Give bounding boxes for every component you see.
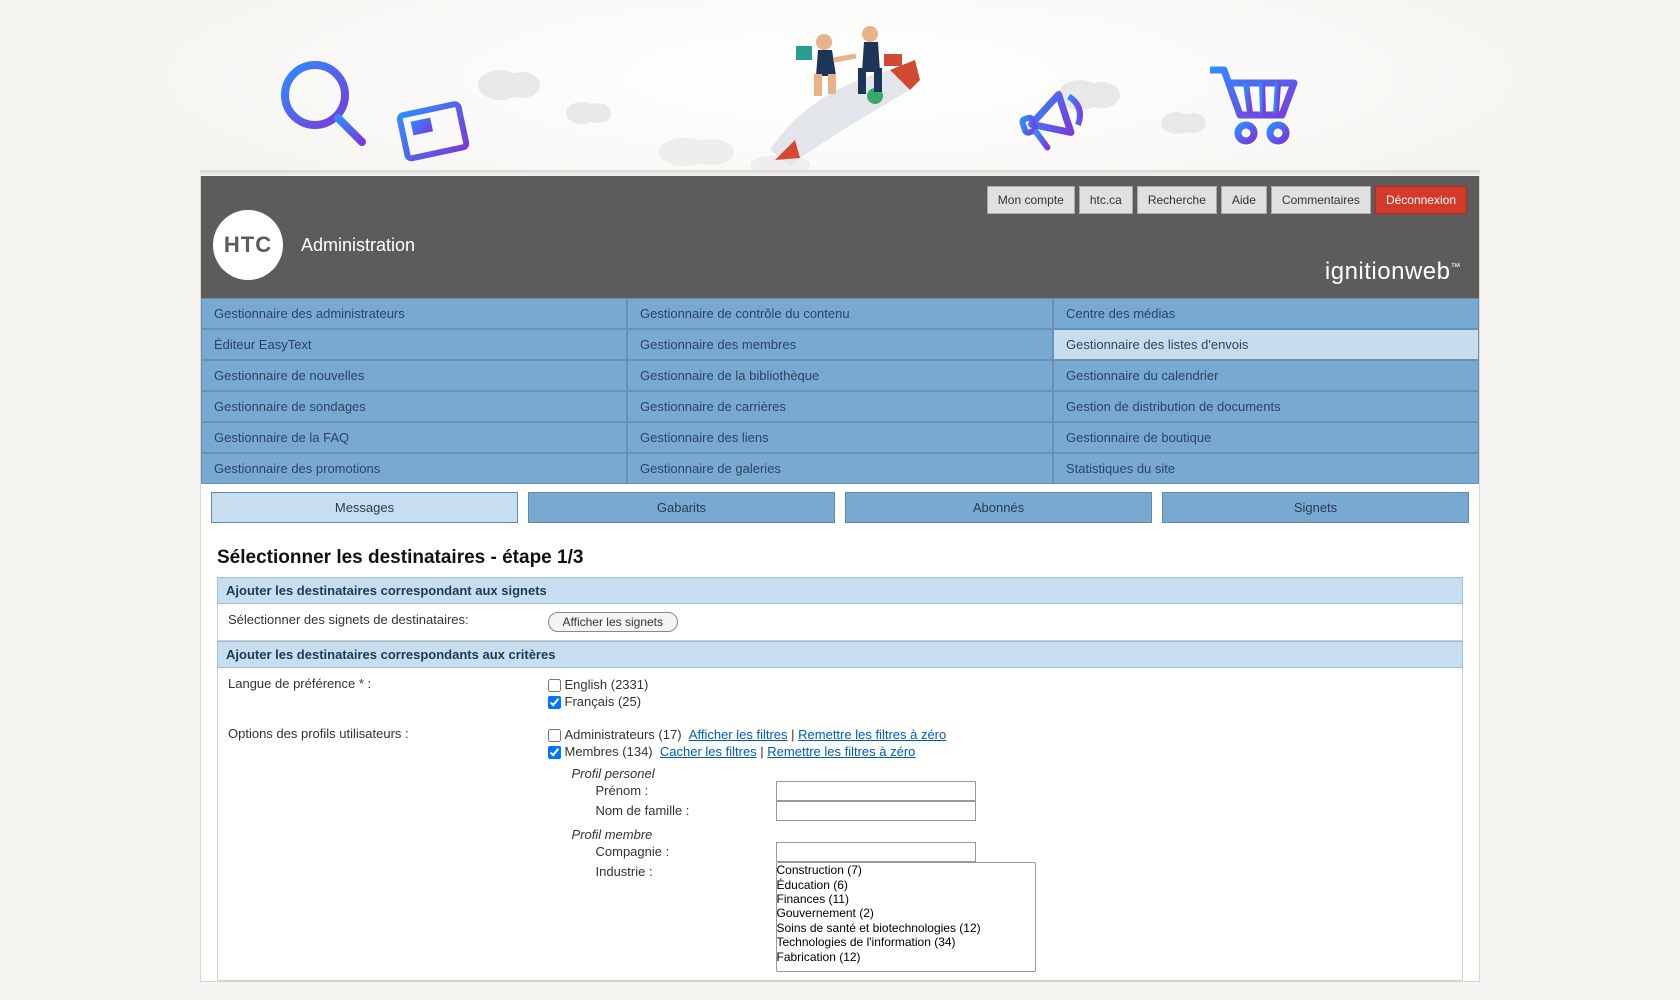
nav-item[interactable]: Gestionnaire de la FAQ	[201, 422, 627, 453]
last-name-label: Nom de famille :	[596, 801, 776, 821]
cloud-icon	[650, 130, 750, 170]
language-checkbox[interactable]	[548, 696, 561, 709]
brand-logo: HTC	[213, 210, 283, 280]
logout-button[interactable]: Déconnexion	[1375, 186, 1467, 214]
rocket-illustration	[740, 10, 940, 170]
brand-title: Administration	[301, 235, 415, 256]
industry-label: Industrie :	[596, 862, 776, 881]
nav-item[interactable]: Centre des médias	[1053, 298, 1479, 329]
profiles-label: Options des profils utilisateurs :	[218, 718, 538, 981]
section-criteria-header: Ajouter les destinataires correspondants…	[217, 641, 1463, 668]
nav-grid: Gestionnaire des administrateursGestionn…	[201, 298, 1479, 484]
bookmarks-row-label: Sélectionner des signets de destinataire…	[218, 604, 538, 641]
search-button[interactable]: Recherche	[1137, 186, 1217, 214]
nav-item[interactable]: Gestion de distribution de documents	[1053, 391, 1479, 422]
company-label: Compagnie :	[596, 842, 776, 862]
page-title: Sélectionner les destinataires - étape 1…	[217, 541, 1463, 577]
industry-select[interactable]: Construction (7)Éducation (6)Finances (1…	[776, 862, 1036, 972]
nav-item[interactable]: Gestionnaire de la bibliothèque	[627, 360, 1053, 391]
nav-item[interactable]: Gestionnaire de boutique	[1053, 422, 1479, 453]
admin-panel: Mon comptehtc.caRechercheAideCommentaire…	[200, 176, 1480, 982]
nav-item[interactable]: Éditeur EasyText	[201, 329, 627, 360]
member-profile-header: Profil membre	[572, 827, 1453, 842]
tab[interactable]: Abonnés	[845, 492, 1152, 523]
language-option: Français (25)	[548, 693, 1453, 710]
nav-item[interactable]: Gestionnaire des membres	[627, 329, 1053, 360]
nav-item[interactable]: Statistiques du site	[1053, 453, 1479, 484]
powered-by: ignitionweb™	[1325, 258, 1461, 286]
administrators-checkbox-row: Administrateurs (17) Afficher les filtre…	[548, 726, 1453, 743]
cloud-icon	[470, 60, 550, 100]
cart-icon	[1200, 55, 1310, 155]
nav-item[interactable]: Gestionnaire de galeries	[627, 453, 1053, 484]
members-checkbox-row: Membres (134) Cacher les filtres | Remet…	[548, 743, 1453, 760]
nav-item[interactable]: Gestionnaire des listes d'envois	[1053, 329, 1479, 360]
admin-reset-filters-link[interactable]: Remettre les filtres à zéro	[798, 727, 946, 742]
tab[interactable]: Signets	[1162, 492, 1469, 523]
members-reset-filters-link[interactable]: Remettre les filtres à zéro	[767, 744, 915, 759]
htc-site-button[interactable]: htc.ca	[1079, 186, 1133, 214]
search-icon	[270, 50, 380, 160]
language-checkbox[interactable]	[548, 679, 561, 692]
first-name-input[interactable]	[776, 781, 976, 801]
nav-item[interactable]: Gestionnaire de nouvelles	[201, 360, 627, 391]
nav-item[interactable]: Gestionnaire des promotions	[201, 453, 627, 484]
feedback-button[interactable]: Commentaires	[1271, 186, 1371, 214]
show-bookmarks-button[interactable]: Afficher les signets	[548, 612, 679, 632]
cloud-icon	[560, 95, 620, 125]
members-checkbox[interactable]	[548, 746, 561, 759]
members-hide-filters-link[interactable]: Cacher les filtres	[660, 744, 757, 759]
document-icon	[388, 92, 493, 170]
my-account-button[interactable]: Mon compte	[987, 186, 1075, 214]
nav-item[interactable]: Gestionnaire de sondages	[201, 391, 627, 422]
nav-item[interactable]: Gestionnaire de contrôle du contenu	[627, 298, 1053, 329]
tab[interactable]: Gabarits	[528, 492, 835, 523]
language-option: English (2331)	[548, 676, 1453, 693]
first-name-label: Prénom :	[596, 781, 776, 801]
top-bar: Mon comptehtc.caRechercheAideCommentaire…	[201, 176, 1479, 298]
nav-item[interactable]: Gestionnaire des administrateurs	[201, 298, 627, 329]
administrators-checkbox[interactable]	[548, 729, 561, 742]
language-label: Langue de préférence * :	[218, 668, 538, 718]
nav-item[interactable]: Gestionnaire des liens	[627, 422, 1053, 453]
sub-tabs: Messages Gabarits Abonnés Signets	[201, 484, 1479, 531]
content-area: Sélectionner les destinataires - étape 1…	[201, 531, 1479, 981]
nav-item[interactable]: Gestionnaire de carrières	[627, 391, 1053, 422]
company-input[interactable]	[776, 842, 976, 862]
section-bookmarks-header: Ajouter les destinataires correspondant …	[217, 577, 1463, 604]
personal-profile-header: Profil personel	[572, 766, 1453, 781]
nav-item[interactable]: Gestionnaire du calendrier	[1053, 360, 1479, 391]
help-button[interactable]: Aide	[1221, 186, 1267, 214]
hero-banner	[0, 0, 1680, 170]
last-name-input[interactable]	[776, 801, 976, 821]
admin-show-filters-link[interactable]: Afficher les filtres	[689, 727, 788, 742]
tab[interactable]: Messages	[211, 492, 518, 523]
